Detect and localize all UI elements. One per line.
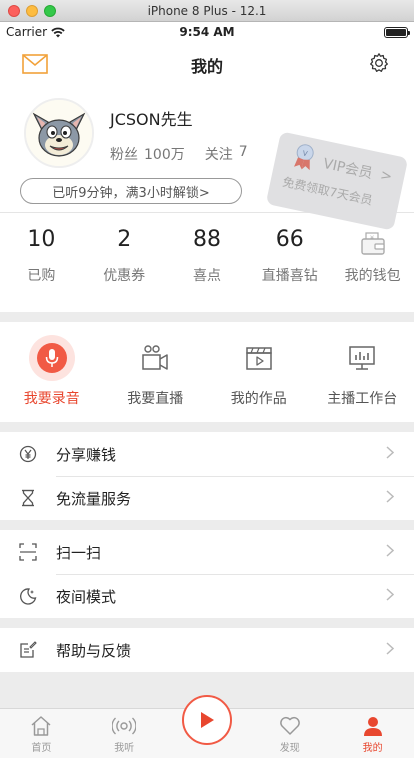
tab-label: 首页 [31,743,52,754]
nav-bar: 我的 [0,42,414,88]
follow-label: 关注 [204,147,233,163]
count-live-diamonds[interactable]: 66 直播喜钻 [248,213,331,312]
chevron-right-icon [386,489,414,507]
count-value: 88 [192,227,221,252]
feature-label: 我的作品 [230,391,287,407]
play-icon [200,712,214,728]
status-bar: Carrier 9:54 AM [0,22,414,42]
microphone-icon [28,335,75,381]
follower-stats: 粉丝 100万 关注 7 [110,144,248,164]
yen-coin-icon [0,445,56,463]
gear-icon[interactable] [368,52,390,78]
edit-note-icon [0,641,56,659]
count-value: 10 [27,227,56,252]
simulator-title: iPhone 8 Plus - 12.1 [147,3,267,18]
count-purchased[interactable]: 10 已购 [0,213,83,312]
hourglass-icon [0,489,56,507]
menu-group-help: 帮助与反馈 [0,628,414,672]
simulator-titlebar: iPhone 8 Plus - 12.1 [0,0,414,22]
count-value: 66 [275,227,304,252]
tab-play-wrapper [166,695,249,758]
menu-label: 夜间模式 [56,587,117,606]
tab-label: 我听 [114,743,135,754]
chevron-right-icon [386,543,414,561]
listen-unlock-button[interactable]: 已听9分钟，满3小时解锁> [20,178,242,204]
profile-section: JCSON先生 粉丝 100万 关注 7 已听9分钟，满3小时解锁> V VIP… [0,88,414,231]
menu-label: 分享赚钱 [56,445,117,464]
count-label: 我的钱包 [344,268,401,284]
home-icon [31,716,51,736]
vip-badge-icon: V [289,140,319,176]
follow-value[interactable]: 7 [239,144,248,164]
chevron-right-icon [386,587,414,605]
radio-waves-icon [112,717,137,735]
feature-label: 我要录音 [23,391,80,407]
person-icon [363,717,382,736]
moon-icon [0,587,56,605]
menu-item-scan[interactable]: 扫一扫 [0,530,414,574]
mail-icon[interactable] [22,54,48,78]
count-wallet[interactable]: ¥ 我的钱包 [331,213,414,312]
section-divider [0,312,414,322]
count-value: 2 [117,227,132,252]
fans-value[interactable]: 100万 [144,144,185,164]
menu-item-help-feedback[interactable]: 帮助与反馈 [0,628,414,672]
menu-item-free-traffic[interactable]: 免流量服务 [0,476,414,520]
battery-icon [384,27,410,38]
menu-group-tools: 扫一扫 夜间模式 [0,530,414,618]
tab-listen[interactable]: 我听 [83,709,166,758]
heart-icon [279,716,300,735]
fans-label: 粉丝 [110,147,138,163]
maximize-window-button[interactable] [44,5,56,17]
window-controls [8,5,56,17]
count-label: 优惠券 [103,268,146,284]
tab-label: 发现 [279,743,300,754]
account-counts: 10 已购 2 优惠券 88 喜点 66 直播喜钻 ¥ 我的钱包 [0,212,414,312]
count-label: 已购 [27,268,56,284]
play-button[interactable] [181,695,232,745]
tab-discover[interactable]: 发现 [248,709,331,758]
count-label: 喜点 [192,268,221,284]
clapperboard-icon [235,334,283,382]
menu-group-earn: 分享赚钱 免流量服务 [0,432,414,520]
creator-features: 我要录音 我要直播 我的作品 主播工作台 [0,322,414,422]
chevron-right-icon [386,445,414,463]
tab-home[interactable]: 首页 [0,709,83,758]
page-title: 我的 [190,57,223,76]
count-coupons[interactable]: 2 优惠券 [83,213,166,312]
feature-label: 主播工作台 [327,391,398,407]
anchor-workbench-button[interactable]: 主播工作台 [311,322,414,422]
scan-icon [0,543,56,561]
tab-mine[interactable]: 我的 [331,709,414,758]
tab-label: 我的 [362,743,383,754]
menu-label: 扫一扫 [56,543,102,562]
go-live-button[interactable]: 我要直播 [104,322,208,422]
monitor-chart-icon [338,334,386,382]
record-audio-button[interactable]: 我要录音 [0,322,104,422]
section-divider [0,520,414,530]
my-works-button[interactable]: 我的作品 [207,322,311,422]
minimize-window-button[interactable] [26,5,38,17]
section-divider [0,422,414,432]
count-xidian[interactable]: 88 喜点 [166,213,249,312]
menu-label: 免流量服务 [56,489,132,508]
username: JCSON先生 [110,110,193,129]
menu-item-share-earn[interactable]: 分享赚钱 [0,432,414,476]
tab-bar: 首页 我听 发现 我的 [0,695,414,758]
video-camera-icon [131,334,179,382]
vip-arrow: > [378,167,394,186]
feature-label: 我要直播 [127,391,184,407]
wallet-icon: ¥ [360,227,386,261]
menu-item-night-mode[interactable]: 夜间模式 [0,574,414,618]
chevron-right-icon [386,641,414,659]
vip-title: VIP会员 [321,155,375,183]
avatar[interactable] [24,98,94,168]
section-divider [0,618,414,628]
status-time: 9:54 AM [179,25,235,39]
menu-label: 帮助与反馈 [56,641,132,660]
close-window-button[interactable] [8,5,20,17]
count-label: 直播喜钻 [261,268,318,284]
